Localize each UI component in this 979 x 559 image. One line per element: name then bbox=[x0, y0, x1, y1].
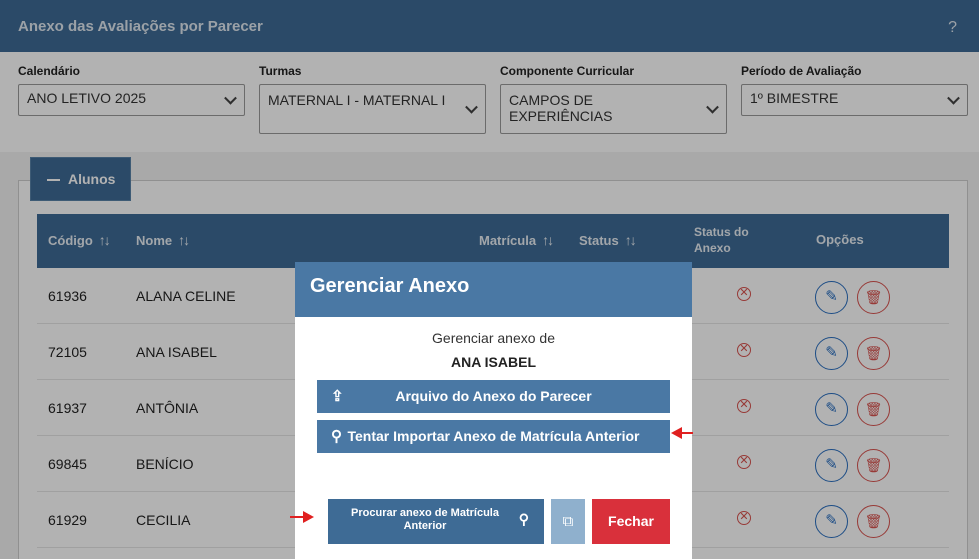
procurar-anexo-button[interactable]: Procurar anexo de Matrícula Anterior ⚲ bbox=[328, 499, 544, 544]
modal-title: Gerenciar Anexo bbox=[295, 262, 692, 317]
annotation-arrow bbox=[671, 427, 693, 439]
gerenciar-anexo-modal: Gerenciar Anexo Gerenciar anexo de ANA I… bbox=[295, 262, 692, 559]
search-icon: ⚲ bbox=[518, 511, 529, 527]
external-link-icon: ⧉ bbox=[562, 513, 574, 530]
search-icon: ⚲ bbox=[331, 428, 342, 445]
annotation-arrow bbox=[290, 511, 314, 523]
modal-subtitle: Gerenciar anexo de bbox=[432, 330, 555, 346]
button-label: Procurar anexo de Matrícula Anterior bbox=[351, 507, 499, 532]
fechar-button[interactable]: Fechar bbox=[592, 499, 670, 544]
upload-icon: ⇪ bbox=[331, 388, 344, 405]
button-label: Arquivo do Anexo do Parecer bbox=[395, 388, 592, 404]
external-link-button[interactable]: ⧉ bbox=[551, 499, 585, 544]
student-name: ANA ISABEL bbox=[450, 354, 537, 370]
button-label: Tentar Importar Anexo de Matrícula Anter… bbox=[347, 428, 640, 444]
importar-anexo-button[interactable]: ⚲ Tentar Importar Anexo de Matrícula Ant… bbox=[317, 420, 670, 453]
arquivo-anexo-button[interactable]: ⇪ Arquivo do Anexo do Parecer bbox=[317, 380, 670, 413]
